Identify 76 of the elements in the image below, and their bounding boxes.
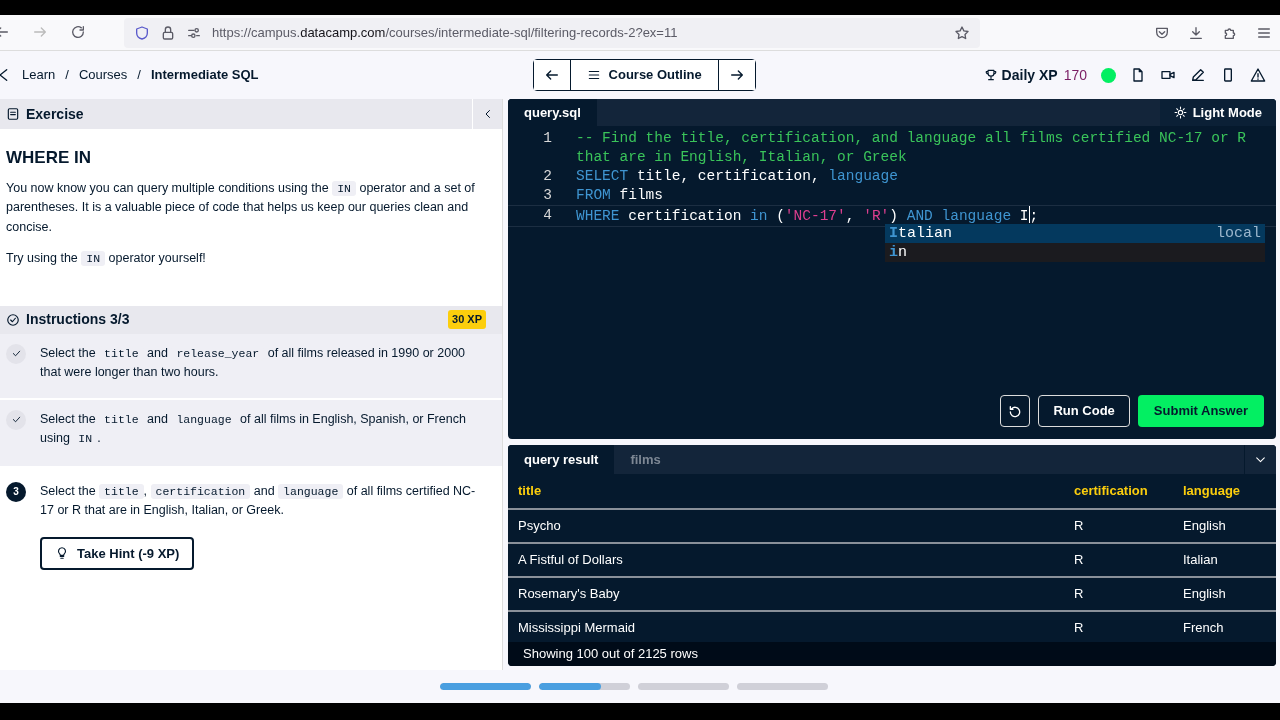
warning-icon[interactable] — [1250, 67, 1266, 83]
line-number: 1 — [542, 129, 552, 148]
breadcrumb-link[interactable]: Courses — [78, 65, 128, 85]
code-line: FROM films — [576, 186, 665, 205]
instruction-text: Select the title and release_year of all films released in 1990 or 2000 that were longer than two hours. — [40, 344, 467, 381]
instructions-title: Instructions 3/3 — [26, 310, 131, 329]
lightbulb-icon — [55, 546, 69, 561]
daily-xp-value: 170 — [1063, 65, 1087, 85]
line-number: 3 — [542, 186, 552, 205]
exercise-title: WHERE IN — [6, 147, 92, 169]
next-button[interactable] — [718, 60, 755, 90]
code-line: -- Find the title, certification, and language all films certified NC-17 or R that are in English, Italian, or Greek — [576, 129, 1247, 167]
breadcrumb-separator: / — [137, 66, 141, 85]
line-number: 4 — [542, 206, 552, 225]
file-tab[interactable]: query.sql — [508, 99, 597, 126]
star-icon[interactable] — [954, 24, 970, 41]
table-cell-text: R — [1074, 551, 1085, 570]
xp-badge: 30 XP — [448, 310, 486, 329]
code-line: WHERE certification in ('NC-17', 'R') AND language I; — [576, 206, 1040, 226]
light-mode-button[interactable]: Light Mode — [1159, 99, 1276, 126]
step-number: 3 — [6, 481, 26, 502]
reset-button[interactable] — [1000, 395, 1031, 427]
breadcrumb-link[interactable]: Intermediate SQL — [150, 65, 259, 85]
table-cell-text: R — [1074, 517, 1085, 536]
breadcrumb-link[interactable]: Learn — [22, 65, 56, 85]
forward-arrow-icon — [728, 67, 745, 83]
document-icon[interactable] — [1130, 67, 1146, 83]
reload-icon[interactable] — [70, 24, 86, 40]
trophy-icon — [983, 68, 998, 82]
table-cell-text: French — [1183, 619, 1225, 638]
table-cell-text: R — [1074, 619, 1085, 638]
menu-icon — [586, 68, 601, 82]
run-code-button[interactable]: Run Code — [1038, 395, 1130, 427]
back-arrow-icon — [543, 67, 560, 83]
row-count: Showing 100 out of 2125 rows — [508, 642, 1276, 666]
column-header: language — [1183, 482, 1242, 501]
collapse-button[interactable] — [1244, 445, 1276, 474]
daily-xp-label: Daily XP — [1001, 65, 1058, 85]
instruction-text: Select the title , certification and language of all films certified NC-17 or R that are in English, Italian, or Greek. — [40, 482, 477, 519]
column-header: title — [518, 482, 543, 501]
check-circle-icon — [6, 312, 20, 327]
result-tab[interactable]: query result — [508, 445, 615, 474]
document-icon — [6, 107, 20, 121]
course-outline-button[interactable]: Course Outline — [570, 60, 719, 90]
previous-button[interactable] — [533, 60, 571, 90]
table-cell-text: English — [1183, 517, 1227, 536]
line-number: 2 — [542, 167, 552, 186]
download-icon[interactable] — [1188, 24, 1204, 41]
column-header: certification — [1074, 482, 1149, 501]
check-icon — [10, 414, 22, 425]
table-cell-text: R — [1074, 585, 1085, 604]
hint-button[interactable]: Take Hint (-9 XP) — [40, 536, 195, 570]
panel-title: Exercise — [26, 104, 85, 124]
pencil-icon[interactable] — [1190, 67, 1206, 83]
breadcrumb-separator: / — [65, 66, 69, 85]
result-tab[interactable]: films — [614, 445, 677, 474]
paragraph: You now know you can query multiple conditions using the IN operator and a set of parentheses. It is a valuable piece of code that helps us keep our queries clean and concise. — [6, 179, 476, 236]
table-cell-text: Rosemary's Baby — [518, 585, 621, 604]
table-cell-text: Psycho — [518, 517, 562, 536]
suggestion-item[interactable]: in — [885, 243, 1265, 262]
code-line: SELECT title, certification, language — [576, 167, 899, 186]
paragraph: Try using the IN operator yourself! — [6, 250, 207, 268]
lock-icon — [160, 24, 176, 41]
table-cell-text: English — [1183, 585, 1227, 604]
status-dot — [1101, 67, 1116, 83]
sun-icon — [1173, 106, 1187, 119]
suggestion-item[interactable]: Italian local — [885, 224, 1265, 243]
url-text: https://campus.datacamp.com/courses/intermediate-sql/filtering-records-2?ex=11 — [212, 23, 679, 42]
submit-answer-button[interactable]: Submit Answer — [1137, 395, 1264, 427]
shield-icon — [134, 24, 150, 41]
instruction-text: Select the title and language of all films in English, Spanish, or French using IN . — [40, 410, 467, 448]
check-icon — [10, 348, 22, 359]
table-cell-text: Mississippi Mermaid — [518, 619, 637, 638]
table-cell-text: A Fistful of Dollars — [518, 551, 624, 570]
address-bar[interactable]: https://campus.datacamp.com/courses/intermediate-sql/filtering-records-2?ex=11 — [124, 17, 980, 48]
table-cell-text: Italian — [1183, 551, 1219, 570]
